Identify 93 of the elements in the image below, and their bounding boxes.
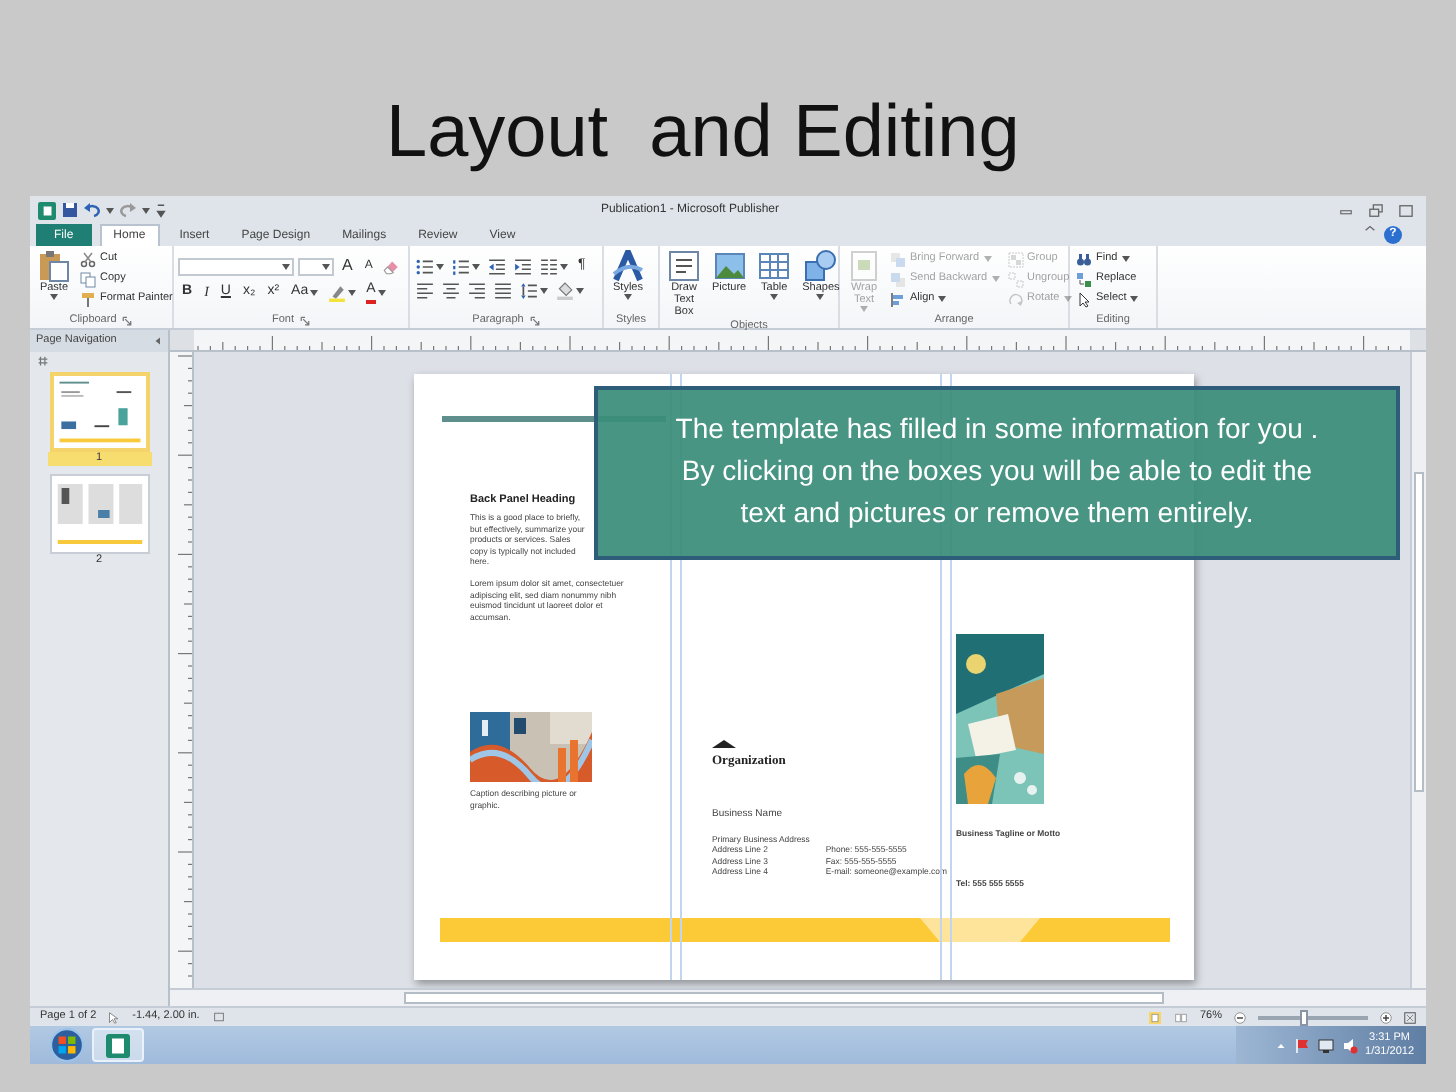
grip-icon (38, 356, 48, 366)
justify-icon (494, 281, 512, 299)
callout-note: The template has filled in some information for you . By clicking on the boxes you will be able to edit the text and pictures or remove them entirely. (594, 386, 1400, 560)
align-center-icon (442, 281, 460, 299)
font-name-field[interactable] (178, 257, 294, 275)
slide-title: Layout and Editing (384, 88, 1022, 176)
maximize-button[interactable] (1394, 203, 1418, 217)
publisher-app-icon (106, 1033, 130, 1057)
highlight-button[interactable] (326, 282, 359, 302)
shading-button[interactable] (554, 280, 586, 300)
minimize-button[interactable] (1334, 204, 1358, 216)
bullets-icon (416, 257, 434, 275)
taskbar-app-button[interactable] (92, 1028, 144, 1062)
ungroup-icon (1007, 271, 1024, 287)
launcher-icon (529, 315, 540, 325)
scissors-icon (80, 251, 96, 267)
slider-thumb[interactable] (1300, 1009, 1309, 1025)
two-page-view-icon (1173, 1011, 1188, 1023)
collapse-ribbon-icon (1364, 224, 1376, 234)
brush-icon (80, 291, 96, 307)
window-icon (1398, 203, 1414, 217)
app-icon (38, 201, 56, 219)
font-size-field[interactable] (298, 257, 334, 275)
minus-icon (1234, 1011, 1246, 1023)
columns-icon (540, 257, 558, 275)
restore-icon (1368, 203, 1384, 217)
columns-button[interactable] (538, 256, 570, 276)
restore-button[interactable] (1364, 203, 1388, 217)
align-objects-icon (890, 291, 906, 307)
send-backward-icon (890, 271, 906, 287)
align-left-icon (416, 281, 434, 299)
picture-frame-icon (713, 250, 746, 282)
dialog-launcher-button[interactable] (300, 315, 310, 325)
binoculars-icon (1076, 251, 1092, 267)
redo-icon (120, 202, 136, 218)
page-thumbnail[interactable] (49, 474, 149, 554)
bring-forward-icon (890, 251, 906, 267)
decrease-indent-button[interactable] (486, 256, 508, 276)
page-thumbnail[interactable] (49, 372, 149, 452)
vertical-scrollbar[interactable] (1410, 352, 1426, 988)
organization-logo-icon (712, 740, 736, 748)
single-page-view-icon (1147, 1011, 1162, 1023)
collapse-arrow-icon (154, 336, 162, 346)
replace-icon (1076, 271, 1092, 287)
align-left-button[interactable] (414, 280, 436, 300)
numbering-button[interactable] (450, 256, 482, 276)
line-spacing-button[interactable] (518, 280, 550, 300)
start-button[interactable] (50, 1028, 84, 1062)
center-button[interactable] (440, 280, 462, 300)
plus-icon (1380, 1011, 1392, 1023)
increase-indent-button[interactable] (512, 256, 534, 276)
fit-page-icon (1404, 1011, 1416, 1023)
copy-icon (80, 271, 96, 287)
windows-orb-icon (50, 1028, 84, 1062)
outdent-icon (488, 257, 506, 275)
customize-icon (156, 202, 166, 218)
cursor-position-icon (108, 1011, 121, 1023)
indent-icon (514, 257, 532, 275)
zoom-in-button[interactable] (1380, 1011, 1392, 1023)
show-hidden-icon (1275, 1041, 1286, 1049)
text-box-icon (668, 250, 700, 282)
launcher-icon (300, 315, 310, 325)
zoom-out-button[interactable] (1234, 1011, 1246, 1023)
cursor-icon (1076, 291, 1092, 307)
dialog-launcher-button[interactable] (529, 315, 540, 325)
shapes-icon (804, 250, 837, 282)
launcher-icon (122, 315, 133, 325)
table-grid-icon (758, 250, 791, 282)
undo-icon (84, 202, 100, 218)
group-icon (1007, 251, 1024, 267)
speaker-icon (1341, 1037, 1358, 1053)
rotate-icon (1007, 291, 1024, 307)
clipboard-icon (38, 250, 70, 282)
wrap-text-icon (848, 250, 880, 282)
dialog-launcher-button[interactable] (122, 315, 133, 325)
save-icon (62, 202, 78, 218)
styles-icon (612, 250, 644, 282)
justify-button[interactable] (492, 280, 514, 300)
highlighter-icon (328, 283, 347, 301)
clear-formatting-button[interactable] (380, 256, 403, 276)
align-right-icon (468, 281, 486, 299)
caret-icon (106, 207, 114, 213)
grow-font-button[interactable]: A (338, 256, 357, 276)
align-right-button[interactable] (466, 280, 488, 300)
caret-icon (142, 207, 150, 213)
paint-bucket-icon (556, 281, 574, 299)
flag-icon (1293, 1037, 1310, 1053)
minimize-icon (1338, 204, 1354, 216)
object-size-icon (211, 1012, 226, 1022)
numbered-list-icon (452, 257, 470, 275)
eraser-icon (382, 257, 401, 275)
bullets-button[interactable] (414, 256, 446, 276)
line-spacing-icon (520, 281, 538, 299)
